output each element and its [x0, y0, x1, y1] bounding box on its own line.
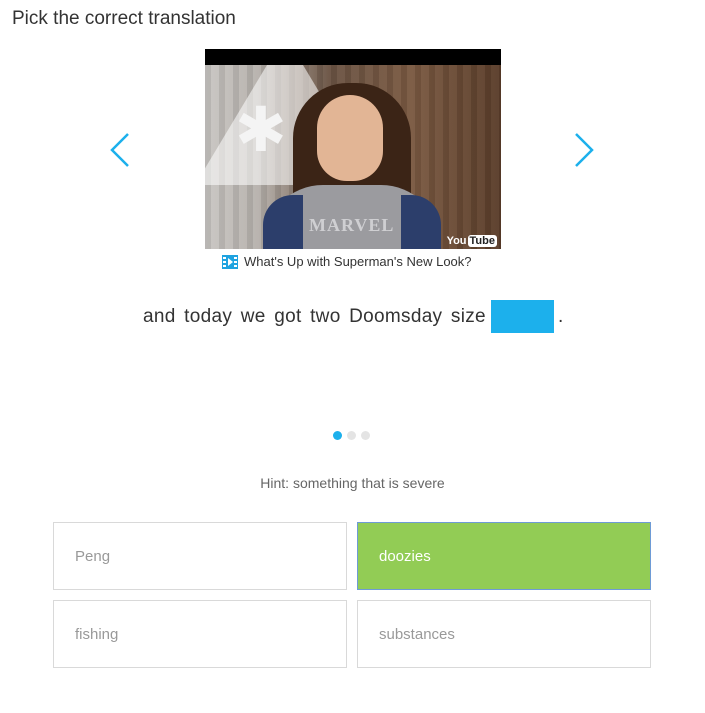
- answer-blank: [490, 300, 554, 333]
- film-icon: [222, 254, 238, 269]
- youtube-logo-you: You: [446, 235, 467, 247]
- answer-option-label: doozies: [379, 547, 431, 565]
- carousel-dots: [333, 431, 370, 440]
- hint-text: Hint: something that is severe: [260, 475, 445, 491]
- answer-option-label: fishing: [75, 625, 119, 643]
- answer-option-label: Peng: [75, 547, 111, 565]
- video-thumbnail: ✱ MARVEL You Tube: [205, 65, 501, 249]
- next-slide-button[interactable]: [572, 132, 596, 168]
- video-player[interactable]: ✱ MARVEL You Tube: [205, 49, 501, 249]
- youtube-logo-tube: Tube: [467, 235, 497, 247]
- youtube-logo: You Tube: [447, 235, 497, 247]
- chevron-right-icon: [575, 133, 594, 167]
- answer-option-substances[interactable]: substances: [357, 600, 651, 668]
- carousel-dot-active[interactable]: [333, 431, 342, 440]
- background-asterisk: ✱: [235, 93, 287, 166]
- previous-slide-button[interactable]: [108, 132, 132, 168]
- answer-option-doozies[interactable]: doozies: [357, 522, 651, 590]
- carousel-dot[interactable]: [347, 431, 356, 440]
- answer-option-fishing[interactable]: fishing: [53, 600, 347, 668]
- answer-option-label: substances: [379, 625, 455, 643]
- person-face: [317, 95, 383, 181]
- video-title[interactable]: What's Up with Superman's New Look?: [244, 254, 472, 269]
- sentence-text: and today we got two Doomsday size: [143, 305, 486, 327]
- sentence: and today we got two Doomsday size .: [143, 300, 564, 333]
- carousel-dot[interactable]: [361, 431, 370, 440]
- chevron-left-icon: [110, 133, 129, 167]
- answer-option-peng[interactable]: Peng: [53, 522, 347, 590]
- sentence-end: .: [557, 305, 564, 327]
- video-caption[interactable]: What's Up with Superman's New Look?: [222, 254, 472, 269]
- shirt-logo-text: MARVEL: [309, 215, 395, 235]
- page-title: Pick the correct translation: [12, 8, 236, 29]
